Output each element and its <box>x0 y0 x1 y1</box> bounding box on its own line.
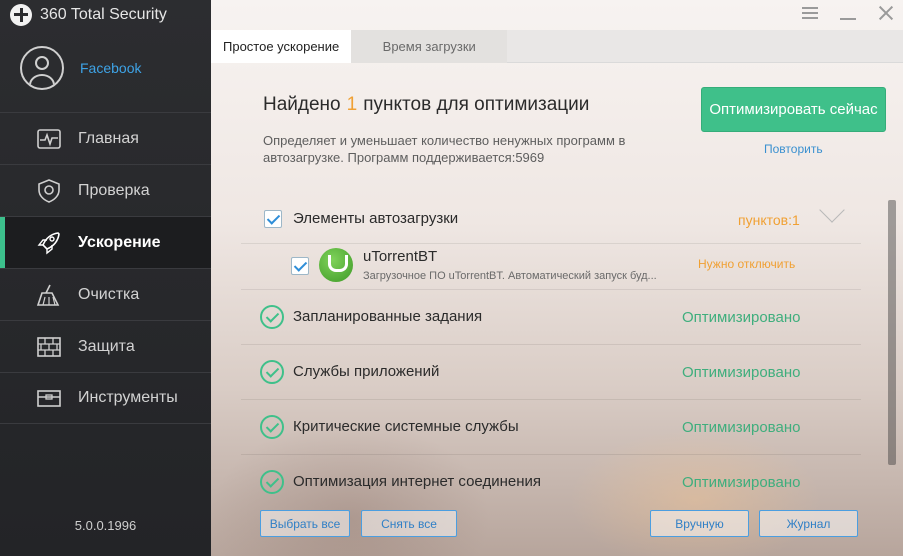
footer-bar: Выбрать все Снять все Вручную Журнал <box>211 497 903 556</box>
sidebar-item-label: Очистка <box>78 285 140 303</box>
toolbox-icon <box>36 386 62 410</box>
category-status: Оптимизировано <box>682 309 801 326</box>
chevron-down-icon[interactable] <box>819 197 845 223</box>
sidebar-nav: Главная Проверка Ускорение Очистка Защит… <box>0 112 211 424</box>
headline-suffix: пунктов для оптимизации <box>363 94 590 115</box>
sidebar-item-label: Главная <box>78 129 139 147</box>
category-row[interactable]: Критические системные службы Оптимизиров… <box>241 400 861 455</box>
check-circle-icon <box>260 360 284 384</box>
category-status: Оптимизировано <box>682 364 801 381</box>
list-scrollbar[interactable] <box>888 200 896 465</box>
sidebar-item-label: Проверка <box>78 181 150 199</box>
page-title: Найдено 1 пунктов для оптимизации <box>263 94 589 116</box>
startup-item-status: Нужно отключить <box>698 257 796 271</box>
manual-button[interactable]: Вручную <box>650 510 749 537</box>
optimize-now-button[interactable]: Оптимизировать сейчас <box>701 87 886 132</box>
check-circle-icon <box>260 305 284 329</box>
shield-icon <box>36 178 62 203</box>
headline-prefix: Найдено <box>263 94 341 115</box>
firewall-icon <box>36 335 62 359</box>
sidebar-item-protection[interactable]: Защита <box>0 320 211 372</box>
category-label: Запланированные задания <box>293 308 483 325</box>
app-title: 360 Total Security <box>40 6 167 23</box>
main-panel: Простое ускорение Время загрузки Найдено… <box>211 0 903 556</box>
sidebar-item-tools[interactable]: Инструменты <box>0 372 211 424</box>
tab-simple-speedup[interactable]: Простое ускорение <box>211 30 352 63</box>
tab-bar: Простое ускорение Время загрузки <box>211 30 903 63</box>
startup-item-row[interactable]: uTorrentBT Загрузочное ПО uTorrentBT. Ав… <box>241 244 861 290</box>
startup-item-checkbox[interactable] <box>291 257 309 275</box>
page-description: Определяет и уменьшает количество ненужн… <box>263 133 626 165</box>
startup-item-description: Загрузочное ПО uTorrentBT. Автоматически… <box>363 270 657 282</box>
category-row[interactable]: Службы приложений Оптимизировано <box>241 345 861 400</box>
profile: Facebook <box>20 46 141 90</box>
optimization-list: Элементы автозагрузки пунктов:1 uTorrent… <box>241 191 861 510</box>
broom-icon <box>36 283 62 307</box>
sidebar-item-cleanup[interactable]: Очистка <box>0 268 211 320</box>
startup-group-count: пунктов:1 <box>738 212 800 228</box>
minimize-icon[interactable] <box>839 4 857 22</box>
close-icon[interactable] <box>877 4 895 22</box>
startup-group-label: Элементы автозагрузки <box>293 210 459 227</box>
utorrent-app-icon <box>319 248 353 282</box>
sidebar-item-speedup[interactable]: Ускорение <box>0 216 211 268</box>
retry-link[interactable]: Повторить <box>764 142 823 156</box>
app-version: 5.0.0.1996 <box>74 518 137 533</box>
sidebar-item-label: Защита <box>78 337 135 355</box>
app-title-bar: 360 Total Security <box>10 4 167 26</box>
category-status: Оптимизировано <box>682 474 801 491</box>
facebook-link[interactable]: Facebook <box>80 60 141 76</box>
deselect-all-button[interactable]: Снять все <box>361 510 457 537</box>
sidebar-item-scan[interactable]: Проверка <box>0 164 211 216</box>
app-logo-icon <box>10 4 32 26</box>
category-label: Критические системные службы <box>293 418 519 435</box>
check-circle-icon <box>260 415 284 439</box>
category-label: Службы приложений <box>293 363 440 380</box>
startup-group-checkbox[interactable] <box>264 210 282 228</box>
sidebar-item-home[interactable]: Главная <box>0 112 211 164</box>
tab-boot-time[interactable]: Время загрузки <box>351 30 508 63</box>
startup-items-group[interactable]: Элементы автозагрузки пунктов:1 <box>241 191 861 244</box>
category-row[interactable]: Запланированные задания Оптимизировано <box>241 290 861 345</box>
category-status: Оптимизировано <box>682 419 801 436</box>
menu-icon[interactable] <box>801 4 819 22</box>
sidebar-item-label: Ускорение <box>78 233 161 251</box>
sidebar: 360 Total Security Facebook Главная Пров… <box>0 0 211 556</box>
avatar-icon[interactable] <box>20 46 64 90</box>
sidebar-item-label: Инструменты <box>78 389 178 406</box>
pulse-icon <box>36 127 62 151</box>
select-all-button[interactable]: Выбрать все <box>260 510 350 537</box>
log-button[interactable]: Журнал <box>759 510 858 537</box>
category-label: Оптимизация интернет соединения <box>293 473 541 490</box>
startup-item-name: uTorrentBT <box>363 248 438 265</box>
rocket-icon <box>36 231 62 255</box>
window-controls <box>801 4 895 22</box>
check-circle-icon <box>260 470 284 494</box>
items-found-count: 1 <box>346 94 358 115</box>
